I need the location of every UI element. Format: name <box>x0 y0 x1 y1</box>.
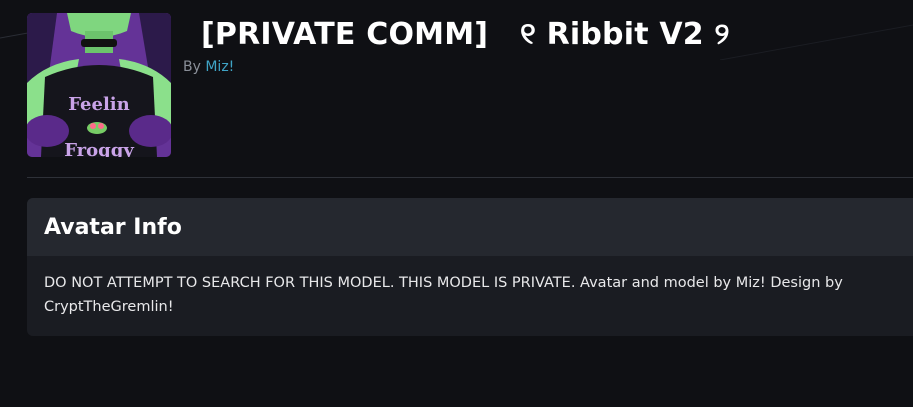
avatar-page: Feelin Froggy [PRIVATE COMM] ୧ Ribbit V2… <box>0 0 913 407</box>
avatar-title: [PRIVATE COMM] ୧ Ribbit V2 ୨ <box>201 17 730 52</box>
title-block: [PRIVATE COMM] ୧ Ribbit V2 ୨ By Miz! <box>183 13 730 157</box>
header-divider <box>27 177 913 178</box>
thumbnail-text-bottom: Froggy <box>64 140 134 157</box>
avatar-header: Feelin Froggy [PRIVATE COMM] ୧ Ribbit V2… <box>27 13 730 157</box>
author-link[interactable]: Miz! <box>205 59 234 75</box>
avatar-thumbnail[interactable]: Feelin Froggy <box>27 13 171 157</box>
avatar-info-card: Avatar Info DO NOT ATTEMPT TO SEARCH FOR… <box>27 198 913 336</box>
by-label: By <box>183 59 201 75</box>
avatar-info-header: Avatar Info <box>27 198 913 256</box>
thumbnail-text-top: Feelin <box>68 94 129 115</box>
byline: By Miz! <box>183 59 730 75</box>
avatar-info-description: DO NOT ATTEMPT TO SEARCH FOR THIS MODEL.… <box>44 275 843 315</box>
avatar-thumbnail-image: Feelin Froggy <box>27 13 171 157</box>
avatar-info-heading: Avatar Info <box>44 214 182 240</box>
